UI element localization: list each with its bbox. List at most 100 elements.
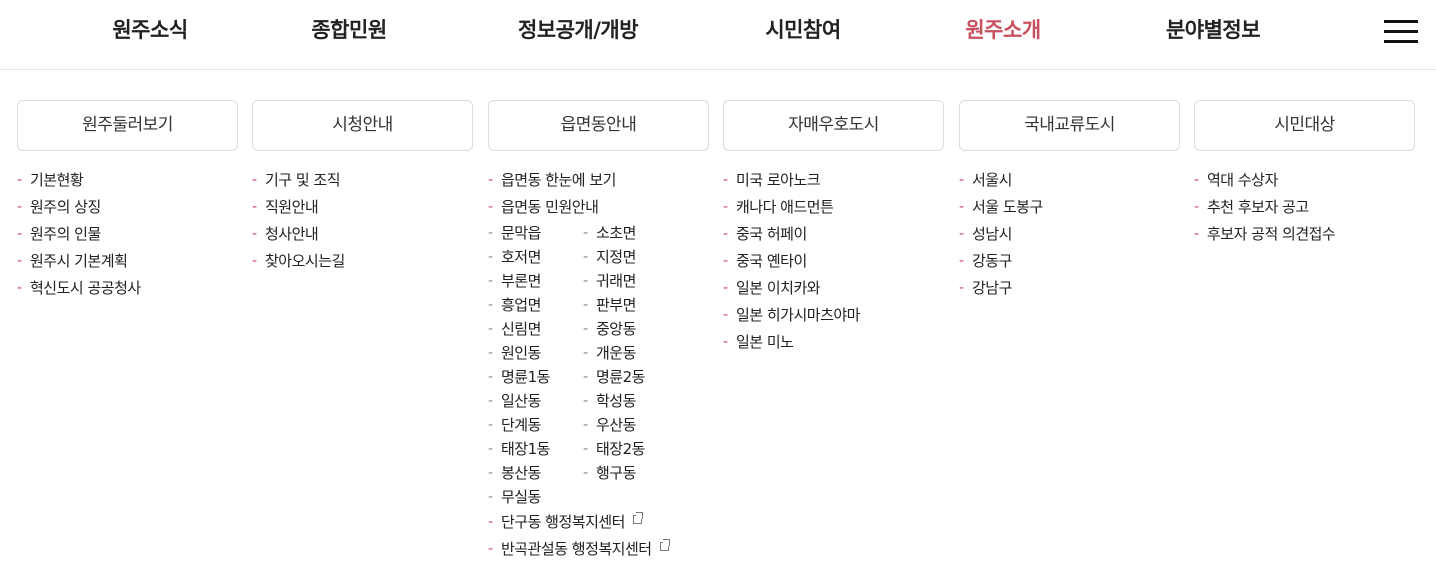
list-item[interactable]: - 강동구 <box>959 248 1180 275</box>
gnb-item-field-info[interactable]: 분야별정보 <box>1150 14 1276 46</box>
gnb-item-citizen-participation[interactable]: 시민참여 <box>747 14 859 46</box>
list-item[interactable]: - 중국 옌타이 <box>723 248 944 275</box>
dash-bullet: - <box>488 541 493 557</box>
dash-bullet: - <box>252 253 257 269</box>
dash-bullet: - <box>252 226 257 242</box>
list-item[interactable]: - 청사안내 <box>252 221 473 248</box>
dash-bullet: - <box>488 441 493 457</box>
sub-list-item[interactable]: - 무실동 <box>488 485 541 509</box>
dash-bullet: - <box>583 225 588 241</box>
sub-list-item[interactable]: - 봉산동 <box>488 461 541 485</box>
dash-bullet: - <box>959 226 964 242</box>
dash-bullet: - <box>583 393 588 409</box>
sub-list-item[interactable]: - 귀래면 <box>583 269 636 293</box>
dash-bullet: - <box>488 249 493 265</box>
column-title-citizen-award[interactable]: 시민대상 <box>1194 100 1415 151</box>
dash-bullet: - <box>583 273 588 289</box>
dash-bullet: - <box>252 172 257 188</box>
sub-list-item[interactable]: - 개운동 <box>583 341 636 365</box>
list-item[interactable]: - 찾아오시는길 <box>252 248 473 275</box>
dash-bullet: - <box>723 307 728 323</box>
sub-list-item[interactable]: - 호저면 <box>488 245 541 269</box>
dash-bullet: - <box>583 441 588 457</box>
list-item[interactable]: - 강남구 <box>959 275 1180 302</box>
sub-list-item[interactable]: - 일산동 <box>488 389 541 413</box>
dash-bullet: - <box>488 465 493 481</box>
sub-list-item[interactable]: - 판부면 <box>583 293 636 317</box>
external-list-item[interactable]: - 반곡관설동 행정복지센터 <box>488 536 709 563</box>
column-title-wonju-overview[interactable]: 원주둘러보기 <box>17 100 238 151</box>
sub-list-item[interactable]: - 행구동 <box>583 461 636 485</box>
list-item[interactable]: - 원주의 상징 <box>17 194 238 221</box>
dash-bullet: - <box>1194 226 1199 242</box>
dash-bullet: - <box>252 199 257 215</box>
sub-list-item[interactable]: - 학성동 <box>583 389 636 413</box>
list-item[interactable]: - 일본 이치카와 <box>723 275 944 302</box>
dash-bullet: - <box>488 172 493 188</box>
sub-list-item[interactable]: - 지정면 <box>583 245 636 269</box>
list-item[interactable]: - 중국 허페이 <box>723 221 944 248</box>
list-item[interactable]: - 읍면동 민원안내 <box>488 194 709 221</box>
list-item[interactable]: - 후보자 공적 의견접수 <box>1194 221 1415 248</box>
sub-list-item[interactable]: - 태장2동 <box>583 437 645 461</box>
list-item[interactable]: - 성남시 <box>959 221 1180 248</box>
list-item[interactable]: - 서울시 <box>959 167 1180 194</box>
sub-list-item[interactable]: - 원인동 <box>488 341 541 365</box>
dash-bullet: - <box>583 417 588 433</box>
dash-bullet: - <box>1194 199 1199 215</box>
list-item[interactable]: - 기본현황 <box>17 167 238 194</box>
global-navigation: 원주소식 종합민원 정보공개/개방 시민참여 원주소개 분야별정보 <box>0 0 1436 70</box>
sub-list-item[interactable]: - 신림면 <box>488 317 541 341</box>
sub-list-item[interactable]: - 단계동 <box>488 413 541 437</box>
list-item[interactable]: - 혁신도시 공공청사 <box>17 275 238 302</box>
list-item[interactable]: - 추천 후보자 공고 <box>1194 194 1415 221</box>
dash-bullet: - <box>583 249 588 265</box>
dash-bullet: - <box>488 369 493 385</box>
list-item[interactable]: - 원주의 인물 <box>17 221 238 248</box>
dash-bullet: - <box>959 172 964 188</box>
external-link-icon <box>659 539 670 551</box>
dash-bullet: - <box>488 417 493 433</box>
dash-bullet: - <box>488 273 493 289</box>
column-citizen-award: 시민대상 - 역대 수상자 - 추천 후보자 공고 - 후보자 공적 의견접수 <box>1194 100 1415 248</box>
dash-bullet: - <box>723 199 728 215</box>
list-item[interactable]: - 직원안내 <box>252 194 473 221</box>
hamburger-menu-icon[interactable] <box>1384 16 1418 46</box>
sub-list-item[interactable]: - 중앙동 <box>583 317 636 341</box>
column-title-city-hall-guide[interactable]: 시청안내 <box>252 100 473 151</box>
list-item[interactable]: - 미국 로아노크 <box>723 167 944 194</box>
dash-bullet: - <box>488 514 493 530</box>
column-title-district-guide[interactable]: 읍면동안내 <box>488 100 709 151</box>
dash-bullet: - <box>583 345 588 361</box>
dash-bullet: - <box>583 297 588 313</box>
dash-bullet: - <box>488 297 493 313</box>
column-title-sister-cities[interactable]: 자매우호도시 <box>723 100 944 151</box>
list-item[interactable]: - 읍면동 한눈에 보기 <box>488 167 709 194</box>
list-item[interactable]: - 기구 및 조직 <box>252 167 473 194</box>
list-item[interactable]: - 캐나다 애드먼튼 <box>723 194 944 221</box>
sub-list-item[interactable]: - 명륜2동 <box>583 365 645 389</box>
gnb-item-information-disclosure[interactable]: 정보공개/개방 <box>496 14 660 46</box>
dash-bullet: - <box>488 489 493 505</box>
list-item[interactable]: - 일본 미노 <box>723 329 944 356</box>
sub-list-item[interactable]: - 명륜1동 <box>488 365 550 389</box>
gnb-item-news[interactable]: 원주소식 <box>94 14 206 46</box>
column-wonju-overview: 원주둘러보기 - 기본현황 - 원주의 상징 - 원주의 인물 - 원주시 기본계획 -… <box>17 100 238 302</box>
column-title-domestic-exchange-cities[interactable]: 국내교류도시 <box>959 100 1180 151</box>
sub-list-item[interactable]: - 태장1동 <box>488 437 550 461</box>
sub-list-item[interactable]: - 우산동 <box>583 413 636 437</box>
sub-list-item[interactable]: - 소초면 <box>583 221 636 245</box>
external-link-icon <box>632 512 643 524</box>
gnb-item-civil-service[interactable]: 종합민원 <box>293 14 405 46</box>
dash-bullet: - <box>959 280 964 296</box>
sub-list-item[interactable]: - 흥업면 <box>488 293 541 317</box>
gnb-item-about-wonju[interactable]: 원주소개 <box>947 14 1059 46</box>
dash-bullet: - <box>723 226 728 242</box>
sub-list-item[interactable]: - 부론면 <box>488 269 541 293</box>
list-item[interactable]: - 일본 히가시마츠야마 <box>723 302 944 329</box>
list-item[interactable]: - 서울 도봉구 <box>959 194 1180 221</box>
list-item[interactable]: - 원주시 기본계획 <box>17 248 238 275</box>
external-list-item[interactable]: - 단구동 행정복지센터 <box>488 509 709 536</box>
list-item[interactable]: - 역대 수상자 <box>1194 167 1415 194</box>
sub-list-item[interactable]: - 문막읍 <box>488 221 541 245</box>
